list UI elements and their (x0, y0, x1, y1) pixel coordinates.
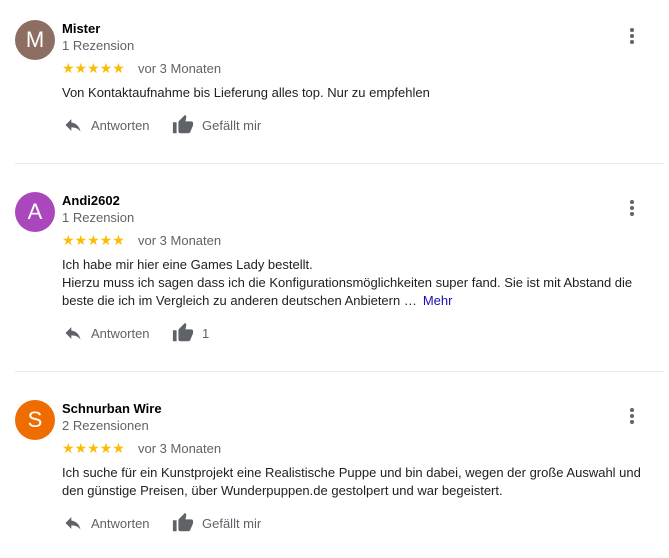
like-button[interactable]: Gefällt mir (172, 114, 261, 136)
reply-button[interactable]: Antworten (63, 513, 150, 533)
reply-arrow-icon (65, 327, 81, 340)
reply-arrow-icon (65, 119, 81, 132)
more-vert-icon (630, 408, 634, 412)
review-date: vor 3 Monaten (138, 233, 222, 248)
review-count: 2 Rezensionen (62, 418, 149, 433)
more-vert-icon (630, 28, 634, 32)
reviewer-name[interactable]: Schnurban Wire (62, 401, 162, 416)
star-rating: ★★★★★ (62, 440, 125, 456)
reply-button[interactable]: Antworten (63, 323, 150, 343)
reviewer-name[interactable]: Andi2602 (62, 193, 120, 208)
more-options-button[interactable] (625, 406, 639, 426)
review-count: 1 Rezension (62, 38, 135, 53)
more-options-button[interactable] (625, 26, 639, 46)
review-text-line: den günstige Preisen, über Wunderpuppen.… (62, 483, 503, 498)
star-rating: ★★★★★ (62, 60, 125, 76)
divider (15, 371, 664, 372)
reply-button[interactable]: Antworten (63, 115, 150, 135)
review-date: vor 3 Monaten (138, 441, 222, 456)
review-date: vor 3 Monaten (138, 61, 222, 76)
like-button[interactable]: Gefällt mir (172, 512, 261, 534)
avatar[interactable]: M (15, 20, 55, 60)
review-text: Von Kontaktaufnahme bis Lieferung alles … (62, 84, 652, 102)
review-text-line: Von Kontaktaufnahme bis Lieferung alles … (62, 85, 430, 100)
like-button[interactable]: 1 (172, 322, 209, 344)
like-label: Gefällt mir (202, 515, 262, 531)
reply-label: Antworten (91, 515, 150, 531)
like-count: 1 (202, 325, 210, 341)
thumbs-up-icon (172, 512, 194, 532)
review-count: 1 Rezension (62, 210, 135, 225)
review-text-line-content: beste die ich im Vergleich zu anderen de… (62, 293, 417, 308)
review-text-line: Ich habe mir hier eine Games Lady bestel… (62, 257, 313, 272)
avatar[interactable]: S (15, 400, 55, 440)
more-options-button[interactable] (625, 198, 639, 218)
star-rating: ★★★★★ (62, 232, 125, 248)
review-text-line: Hierzu muss ich sagen dass ich die Konfi… (62, 275, 633, 290)
review-text-line: beste die ich im Vergleich zu anderen de… (62, 292, 652, 310)
more-vert-icon (630, 200, 634, 204)
review-text: Ich suche für ein Kunstprojekt eine Real… (62, 464, 652, 500)
like-label: Gefällt mir (202, 117, 262, 133)
more-link[interactable]: Mehr (423, 293, 453, 308)
reply-arrow-icon (65, 517, 81, 530)
reviewer-name[interactable]: Mister (62, 21, 100, 36)
reply-label: Antworten (91, 117, 150, 133)
review-text: Ich habe mir hier eine Games Lady bestel… (62, 256, 652, 310)
divider (15, 163, 664, 164)
avatar[interactable]: A (15, 192, 55, 232)
review-text-line: Ich suche für ein Kunstprojekt eine Real… (62, 465, 641, 480)
thumbs-up-icon (172, 322, 194, 342)
thumbs-up-icon (172, 114, 194, 134)
reply-label: Antworten (91, 325, 150, 341)
